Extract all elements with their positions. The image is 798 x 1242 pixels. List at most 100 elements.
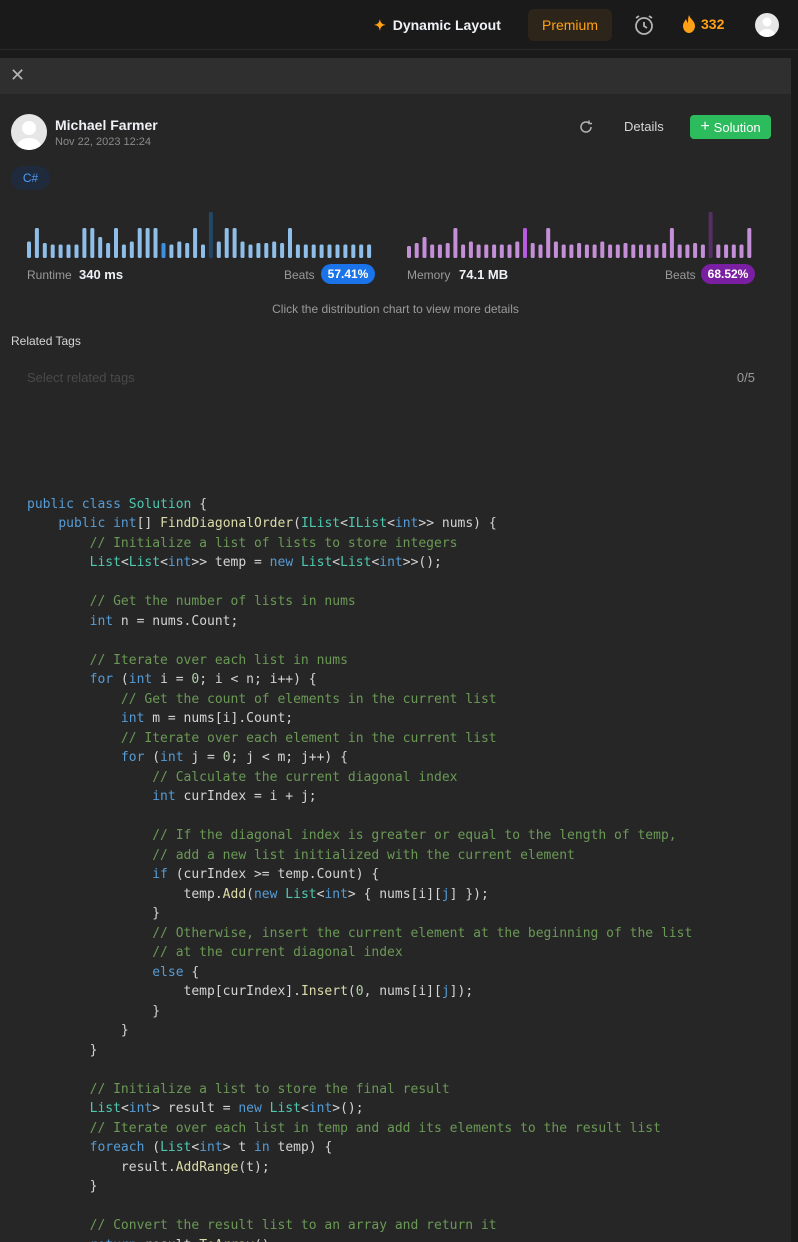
alarm-clock-icon[interactable] xyxy=(632,13,656,37)
runtime-bar[interactable] xyxy=(288,228,292,258)
runtime-bar[interactable] xyxy=(295,244,300,259)
memory-bar[interactable] xyxy=(708,212,713,258)
memory-bar[interactable] xyxy=(569,244,574,259)
runtime-bar[interactable] xyxy=(82,228,87,258)
memory-bar[interactable] xyxy=(538,244,543,259)
memory-bar[interactable] xyxy=(499,244,504,259)
runtime-distribution-chart[interactable] xyxy=(27,206,375,258)
runtime-bar[interactable] xyxy=(193,228,198,258)
memory-bar[interactable] xyxy=(437,244,442,259)
memory-bar[interactable] xyxy=(693,243,698,258)
memory-bar[interactable] xyxy=(515,241,520,259)
memory-bar[interactable] xyxy=(584,244,589,259)
runtime-bar[interactable] xyxy=(50,244,55,259)
runtime-bar[interactable] xyxy=(359,244,364,259)
memory-bar[interactable] xyxy=(747,228,752,258)
runtime-bar[interactable] xyxy=(27,241,31,259)
runtime-bar[interactable] xyxy=(137,228,142,258)
runtime-bar[interactable] xyxy=(153,228,158,258)
memory-bar[interactable] xyxy=(422,237,427,258)
memory-bar[interactable] xyxy=(561,244,566,259)
runtime-bar[interactable] xyxy=(272,241,277,259)
add-solution-button[interactable]: + Solution xyxy=(690,115,771,139)
memory-bar[interactable] xyxy=(523,228,527,258)
memory-bar[interactable] xyxy=(553,241,558,259)
runtime-bar[interactable] xyxy=(66,244,71,259)
memory-bar[interactable] xyxy=(507,244,512,259)
close-icon[interactable]: ✕ xyxy=(10,66,25,84)
memory-bar[interactable] xyxy=(646,244,651,259)
memory-bar[interactable] xyxy=(445,243,450,258)
memory-bar[interactable] xyxy=(685,244,690,259)
memory-bar[interactable] xyxy=(414,243,419,258)
runtime-bar[interactable] xyxy=(201,244,205,259)
runtime-bar[interactable] xyxy=(34,228,39,258)
runtime-bar[interactable] xyxy=(327,244,332,259)
memory-bar[interactable] xyxy=(654,244,659,259)
runtime-bar[interactable] xyxy=(185,243,190,258)
memory-bar[interactable] xyxy=(669,228,674,258)
runtime-bar[interactable] xyxy=(169,244,174,259)
runtime-bar[interactable] xyxy=(335,244,340,259)
runtime-bar[interactable] xyxy=(240,241,245,259)
memory-bar[interactable] xyxy=(639,244,643,259)
memory-bar[interactable] xyxy=(407,246,411,258)
code-block[interactable]: public class Solution { public int[] Fin… xyxy=(27,436,692,1242)
memory-bar[interactable] xyxy=(468,241,473,259)
runtime-bar[interactable] xyxy=(280,243,285,258)
memory-bar[interactable] xyxy=(631,244,636,259)
runtime-bar[interactable] xyxy=(114,228,118,258)
runtime-bar[interactable] xyxy=(74,244,79,259)
author-avatar[interactable] xyxy=(11,114,47,150)
runtime-bar[interactable] xyxy=(106,243,111,258)
runtime-bar[interactable] xyxy=(232,228,237,258)
memory-bar[interactable] xyxy=(677,244,682,259)
memory-distribution-chart[interactable] xyxy=(407,206,755,258)
memory-bar[interactable] xyxy=(592,244,597,259)
memory-bar[interactable] xyxy=(724,244,729,259)
runtime-bar[interactable] xyxy=(216,241,221,259)
memory-bar[interactable] xyxy=(716,244,721,259)
runtime-bar[interactable] xyxy=(145,228,150,258)
memory-bar[interactable] xyxy=(739,244,744,259)
share-icon[interactable] xyxy=(578,119,594,135)
runtime-bar[interactable] xyxy=(248,244,253,259)
runtime-bar[interactable] xyxy=(351,244,356,259)
memory-bar[interactable] xyxy=(484,244,489,259)
memory-bar[interactable] xyxy=(700,244,705,259)
memory-bar[interactable] xyxy=(662,243,667,258)
memory-bar[interactable] xyxy=(530,243,535,258)
memory-bar[interactable] xyxy=(600,241,605,259)
runtime-bar[interactable] xyxy=(90,228,95,258)
runtime-bar[interactable] xyxy=(224,228,229,258)
memory-bar[interactable] xyxy=(615,244,620,259)
premium-button[interactable]: Premium xyxy=(528,9,612,41)
details-button[interactable]: Details xyxy=(624,119,664,134)
memory-bar[interactable] xyxy=(623,243,628,258)
runtime-bar[interactable] xyxy=(121,244,126,259)
memory-bar[interactable] xyxy=(430,244,435,259)
runtime-bar[interactable] xyxy=(129,241,134,259)
memory-bar[interactable] xyxy=(546,228,551,258)
memory-bar[interactable] xyxy=(577,243,582,258)
dynamic-layout-button[interactable]: ✦ Dynamic Layout xyxy=(374,15,501,35)
memory-bar[interactable] xyxy=(453,228,458,258)
runtime-bar[interactable] xyxy=(98,237,103,258)
streak-counter[interactable]: 332 xyxy=(682,15,724,33)
runtime-bar[interactable] xyxy=(177,241,182,259)
runtime-bar[interactable] xyxy=(161,243,166,258)
author-name[interactable]: Michael Farmer xyxy=(55,117,158,133)
memory-bar[interactable] xyxy=(608,244,613,259)
related-tags-input[interactable]: Select related tags 0/5 xyxy=(11,364,769,392)
runtime-bar[interactable] xyxy=(367,244,372,259)
user-avatar-top[interactable] xyxy=(755,13,779,37)
runtime-bar[interactable] xyxy=(58,244,63,259)
runtime-bar[interactable] xyxy=(264,243,269,258)
runtime-bar[interactable] xyxy=(208,212,213,258)
runtime-bar[interactable] xyxy=(319,244,324,259)
memory-bar[interactable] xyxy=(461,244,466,259)
memory-bar[interactable] xyxy=(492,244,497,259)
runtime-bar[interactable] xyxy=(256,243,261,258)
runtime-bar[interactable] xyxy=(303,244,308,259)
memory-bar[interactable] xyxy=(731,244,736,259)
